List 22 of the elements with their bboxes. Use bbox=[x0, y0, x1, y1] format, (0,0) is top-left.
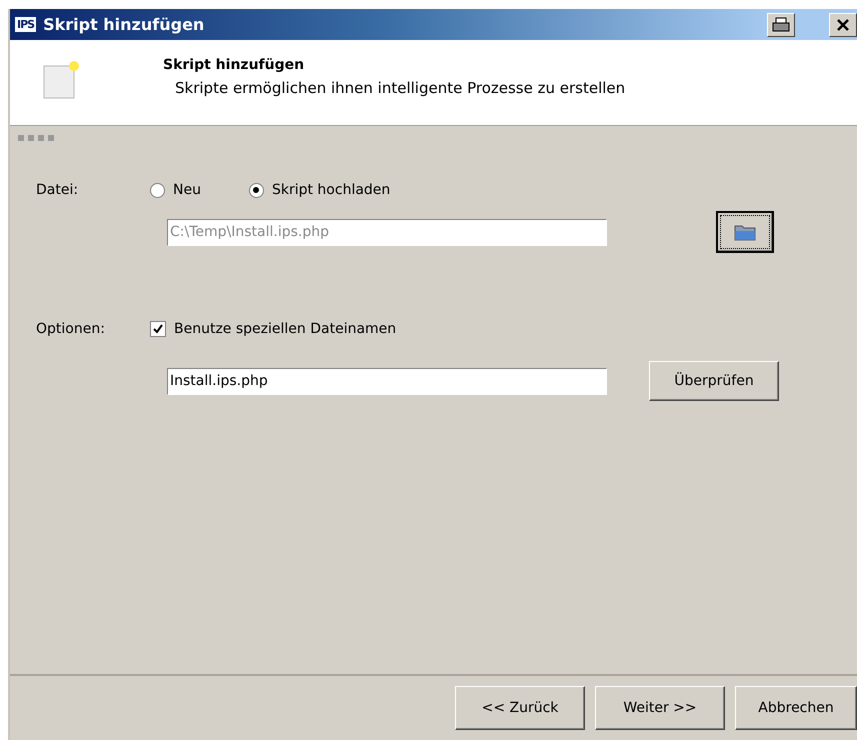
back-button[interactable]: << Zurück bbox=[455, 686, 585, 730]
check-button[interactable]: Überprüfen bbox=[649, 361, 779, 401]
header-subtitle: Skripte ermöglichen ihnen intelligente Prozesse zu erstellen bbox=[175, 79, 626, 97]
file-label: Datei: bbox=[36, 182, 80, 198]
checkmark-icon bbox=[152, 323, 164, 335]
filename-field[interactable]: Install.ips.php bbox=[167, 368, 607, 394]
printer-icon bbox=[772, 16, 790, 32]
next-button[interactable]: Weiter >> bbox=[595, 686, 725, 730]
browse-button[interactable] bbox=[716, 211, 774, 253]
app-logo: IPS bbox=[14, 16, 38, 33]
radio-option[interactable]: Neu bbox=[150, 182, 201, 198]
folder-icon bbox=[734, 223, 756, 241]
print-button[interactable] bbox=[767, 12, 795, 36]
radio-dot-icon bbox=[253, 187, 260, 193]
close-icon bbox=[836, 18, 850, 32]
close-button[interactable] bbox=[829, 12, 857, 36]
header-title: Skript hinzufügen bbox=[163, 57, 306, 73]
radio-option[interactable]: Skript hochladen bbox=[248, 182, 390, 198]
checkbox-option[interactable]: Benutze speziellen Dateinamen bbox=[150, 321, 396, 337]
options-label: Optionen: bbox=[36, 321, 106, 337]
window-title: Skript hinzufügen bbox=[43, 15, 206, 34]
cancel-button[interactable]: Abbrechen bbox=[735, 686, 857, 730]
